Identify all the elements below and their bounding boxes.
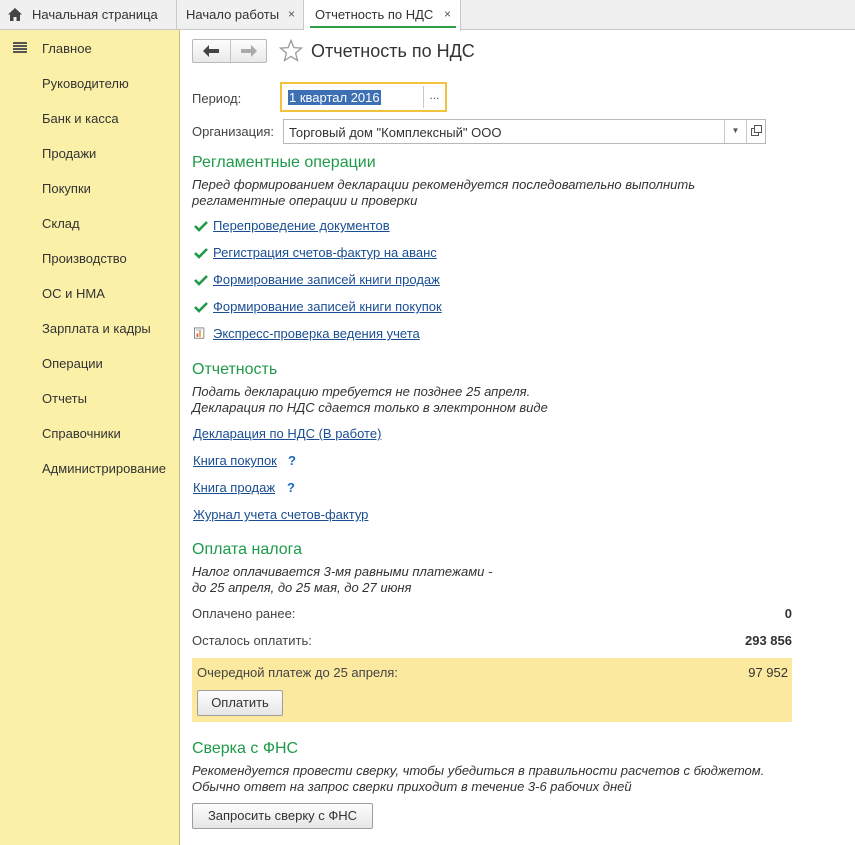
checkmark-icon	[194, 302, 208, 313]
forward-arrow-icon[interactable]	[239, 43, 259, 59]
favorite-star-icon[interactable]	[279, 39, 303, 63]
chevron-down-icon[interactable]: ▼	[724, 120, 746, 143]
tab-nds-reporting[interactable]: Отчетность по НДС ×	[304, 0, 461, 31]
tab-bar: Начальная страница Начало работы × Отчет…	[0, 0, 855, 31]
declaration-link[interactable]: Декларация по НДС (В работе)	[193, 426, 381, 441]
help-icon[interactable]: ?	[288, 453, 296, 468]
paid-value: 0	[784, 606, 792, 621]
sidebar-item-warehouse[interactable]: Склад	[42, 216, 80, 231]
payment-note-line1: Налог оплачивается 3-мя равными платежам…	[192, 564, 493, 579]
period-label: Период:	[192, 91, 242, 106]
sidebar-item-bank[interactable]: Банк и касса	[42, 111, 119, 126]
tab-home[interactable]: Начальная страница	[0, 0, 177, 30]
sidebar-item-purchases[interactable]: Покупки	[42, 181, 91, 196]
sidebar: Главное Руководителю Банк и касса Продаж…	[0, 30, 180, 845]
period-value[interactable]: 1 квартал 2016	[288, 90, 381, 105]
open-window-icon	[751, 125, 762, 136]
sidebar-item-operations[interactable]: Операции	[42, 356, 103, 371]
paid-row: Оплачено ранее: 0	[192, 606, 792, 621]
page-title: Отчетность по НДС	[311, 41, 475, 61]
reporting-note-line1: Подать декларацию требуется не позднее 2…	[192, 384, 531, 399]
organization-field[interactable]: Торговый дом "Комплексный" ООО ▼	[283, 119, 766, 144]
sidebar-item-reports[interactable]: Отчеты	[42, 391, 87, 406]
report-icon	[194, 327, 205, 339]
next-payment-label: Очередной платеж до 25 апреля:	[197, 665, 398, 680]
sales-book-link[interactable]: Книга продаж	[193, 480, 275, 495]
section-heading-payment: Оплата налога	[192, 541, 303, 558]
operation-link-express-check[interactable]: Экспресс-проверка ведения учета	[213, 326, 420, 341]
tab-start-label: Начало работы	[186, 7, 280, 22]
operation-link-sales-book[interactable]: Формирование записей книги продаж	[213, 272, 440, 287]
menu-icon[interactable]	[13, 42, 27, 54]
checkmark-icon	[194, 221, 208, 232]
back-arrow-icon[interactable]	[201, 43, 221, 59]
section-heading-operations: Регламентные операции	[192, 154, 376, 171]
operation-link-reposting[interactable]: Перепроведение документов	[213, 218, 390, 233]
fns-note-line1: Рекомендуется провести сверку, чтобы убе…	[192, 763, 765, 778]
next-payment-panel: Очередной платеж до 25 апреля: 97 952 Оп…	[192, 658, 792, 722]
sidebar-item-salary[interactable]: Зарплата и кадры	[42, 321, 151, 336]
active-tab-indicator	[310, 26, 456, 28]
sidebar-item-main[interactable]: Главное	[42, 41, 92, 56]
remaining-row: Осталось оплатить: 293 856	[192, 633, 792, 648]
tab-start[interactable]: Начало работы ×	[177, 0, 304, 30]
sidebar-item-admin[interactable]: Администрирование	[42, 461, 166, 476]
operation-link-purchase-book[interactable]: Формирование записей книги покупок	[213, 299, 442, 314]
tab-home-label: Начальная страница	[32, 7, 158, 22]
operations-note-line1: Перед формированием декларации рекоменду…	[192, 177, 696, 192]
section-heading-fns: Сверка с ФНС	[192, 740, 299, 757]
close-icon[interactable]: ×	[444, 0, 451, 29]
invoice-journal-link[interactable]: Журнал учета счетов-фактур	[193, 507, 368, 522]
sidebar-item-sales[interactable]: Продажи	[42, 146, 96, 161]
remaining-label: Осталось оплатить:	[192, 633, 312, 648]
organization-label: Организация:	[192, 124, 275, 139]
section-heading-reporting: Отчетность	[192, 361, 278, 378]
next-payment-value: 97 952	[748, 665, 788, 680]
help-icon[interactable]: ?	[287, 480, 295, 495]
period-field[interactable]: 1 квартал 2016 ...	[280, 82, 447, 112]
remaining-value: 293 856	[745, 633, 792, 648]
request-reconciliation-button[interactable]: Запросить сверку с ФНС	[192, 803, 373, 829]
sidebar-item-production[interactable]: Производство	[42, 251, 127, 266]
checkmark-icon	[194, 248, 208, 259]
paid-label: Оплачено ранее:	[192, 606, 296, 621]
tab-nds-label: Отчетность по НДС	[315, 7, 434, 22]
home-icon	[8, 8, 22, 21]
fns-note-line2: Обычно ответ на запрос сверки приходит в…	[192, 779, 632, 794]
close-icon[interactable]: ×	[288, 0, 295, 29]
checkmark-icon	[194, 275, 208, 286]
organization-value[interactable]: Торговый дом "Комплексный" ООО	[289, 125, 501, 140]
payment-note-line2: до 25 апреля, до 25 мая, до 27 июня	[192, 580, 412, 595]
operation-link-advance-invoices[interactable]: Регистрация счетов-фактур на аванс	[213, 245, 437, 260]
sidebar-item-assets[interactable]: ОС и НМА	[42, 286, 105, 301]
period-select-button[interactable]: ...	[423, 86, 445, 108]
purchase-book-link[interactable]: Книга покупок	[193, 453, 277, 468]
history-nav	[192, 39, 267, 63]
sidebar-item-manager[interactable]: Руководителю	[42, 76, 129, 91]
operations-note-line2: регламентные операции и проверки	[192, 193, 418, 208]
open-form-button[interactable]	[746, 120, 766, 143]
sidebar-item-directories[interactable]: Справочники	[42, 426, 121, 441]
main-content: Отчетность по НДС Период: 1 квартал 2016…	[180, 30, 855, 845]
reporting-note-line2: Декларация по НДС сдается только в элект…	[192, 400, 548, 415]
pay-button[interactable]: Оплатить	[197, 690, 283, 716]
